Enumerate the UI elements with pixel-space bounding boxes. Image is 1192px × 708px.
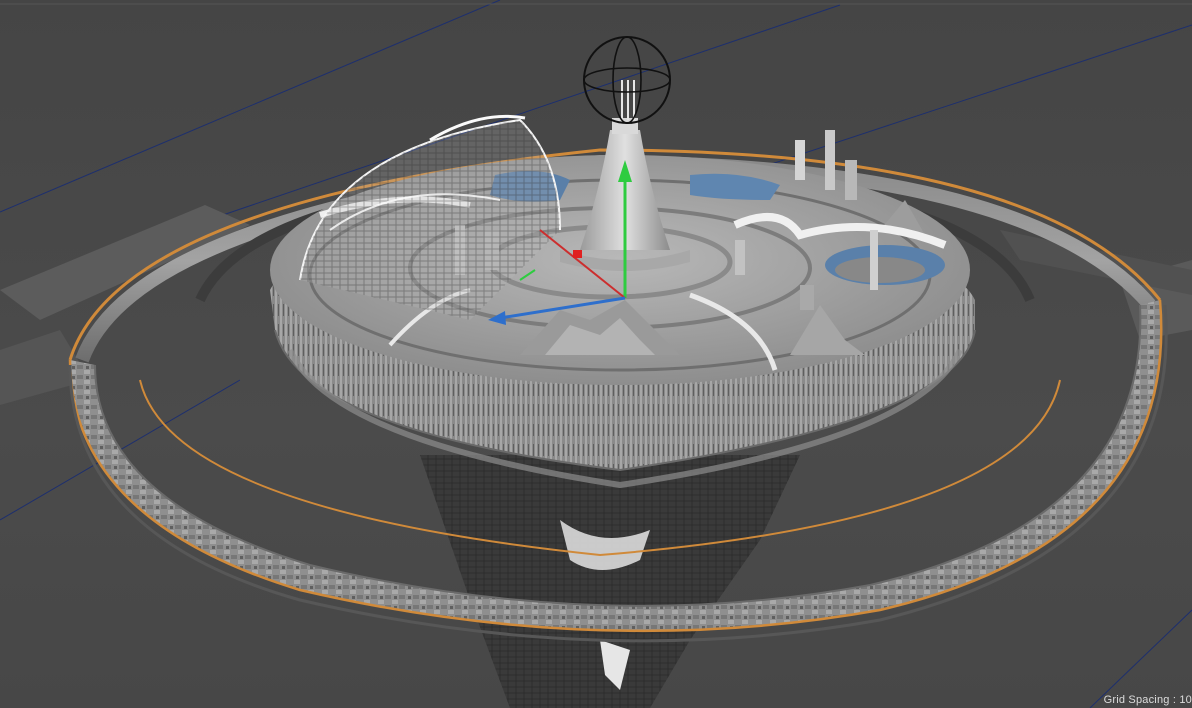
viewport-scene[interactable] [0,0,1192,708]
rock-underside [420,455,800,708]
grid-spacing-label: Grid Spacing : 10 [1103,694,1192,706]
3d-viewport[interactable]: Grid Spacing : 10 [0,0,1192,708]
